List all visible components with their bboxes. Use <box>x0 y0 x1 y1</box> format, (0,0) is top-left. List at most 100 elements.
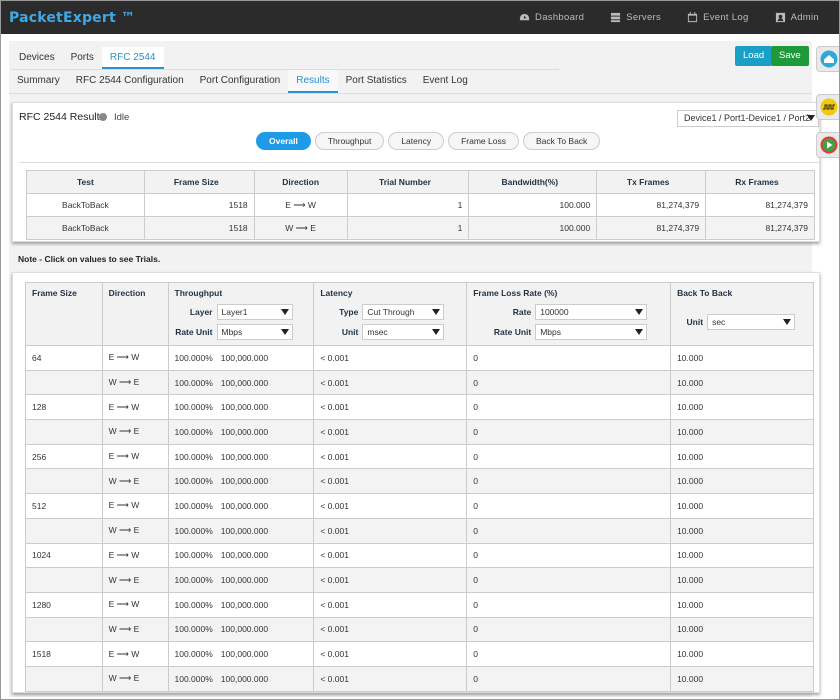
home-side-button[interactable] <box>816 46 839 72</box>
tab-devices[interactable]: Devices <box>11 47 63 69</box>
back-to-back-cell[interactable]: 10.000 <box>670 443 814 470</box>
throughput-cell[interactable]: 100.000% 100,000.000 <box>167 591 315 618</box>
throughput-cell[interactable]: 100.000% 100,000.000 <box>167 616 315 643</box>
pill-throughput[interactable]: Throughput <box>314 132 385 150</box>
rate-unit-select[interactable]: Mbps <box>216 324 293 340</box>
nav-event-log[interactable]: Event Log <box>687 12 748 23</box>
frame-size-cell <box>25 369 103 396</box>
latency-cell[interactable]: < 0.001 <box>313 369 468 396</box>
brand-logo[interactable]: PacketExpert ™ <box>9 10 135 26</box>
latency-cell[interactable]: < 0.001 <box>313 567 468 593</box>
frame-loss-cell[interactable]: 0 <box>466 369 672 396</box>
frame-loss-rate-unit-select[interactable]: Mbps <box>535 324 648 340</box>
throughput-cell[interactable]: 100.000% 100,000.000 <box>167 345 315 371</box>
throughput-cell-value: 100,000.000 <box>220 500 269 511</box>
frame-loss-cell[interactable]: 0 <box>466 616 672 643</box>
tab-summary[interactable]: Summary <box>9 70 68 93</box>
frame-loss-cell[interactable]: 0 <box>466 493 672 519</box>
frame-loss-cell[interactable]: 0 <box>466 665 672 692</box>
frame-loss-rate-select[interactable]: 100000 <box>535 304 648 320</box>
latency-cell[interactable]: < 0.001 <box>313 468 468 495</box>
pill-frame-loss[interactable]: Frame Loss <box>448 132 519 150</box>
throughput-cell[interactable]: 100.000% 100,000.000 <box>167 468 315 495</box>
back-to-back-cell[interactable]: 10.000 <box>670 641 814 667</box>
summary-row[interactable]: BackToBack 1518 E ⟶ W 1 100.000 81,274,379 81,… <box>26 193 815 217</box>
throughput-cell[interactable]: 100.000% 100,000.000 <box>167 419 315 445</box>
latency-cell[interactable]: < 0.001 <box>313 345 468 371</box>
latency-cell[interactable]: < 0.001 <box>313 542 468 569</box>
save-button[interactable]: Save <box>771 46 809 66</box>
tab-event-log[interactable]: Event Log <box>415 70 476 93</box>
nav-dashboard[interactable]: Dashboard <box>519 12 584 23</box>
tab-rfc2544-configuration[interactable]: RFC 2544 Configuration <box>68 70 192 93</box>
frame-loss-cell[interactable]: 0 <box>466 641 672 667</box>
detail-row: W ⟶ E 100.000% 100,000.000 < 0.001 0 10.000 <box>25 665 814 692</box>
pill-latency[interactable]: Latency <box>388 132 445 150</box>
pill-overall[interactable]: Overall <box>256 132 311 150</box>
back-to-back-cell[interactable]: 10.000 <box>670 517 814 544</box>
throughput-cell[interactable]: 100.000% 100,000.000 <box>167 517 315 544</box>
load-button[interactable]: Load <box>735 46 773 66</box>
back-to-back-cell[interactable]: 10.000 <box>670 369 814 396</box>
throughput-cell[interactable]: 100.000% 100,000.000 <box>167 641 315 667</box>
frame-loss-cell[interactable]: 0 <box>466 443 672 470</box>
device-port-select[interactable]: Device1 / Port1-Device1 / Port2 <box>677 110 819 127</box>
frame-loss-cell[interactable]: 0 <box>466 542 672 569</box>
throughput-cell[interactable]: 100.000% 100,000.000 <box>167 493 315 519</box>
nav-servers[interactable]: Servers <box>610 12 661 23</box>
frame-loss-cell[interactable]: 0 <box>466 517 672 544</box>
back-to-back-cell[interactable]: 10.000 <box>670 345 814 371</box>
caret-down-icon <box>280 309 289 315</box>
frame-loss-cell[interactable]: 0 <box>466 567 672 593</box>
latency-cell[interactable]: < 0.001 <box>313 443 468 470</box>
back-to-back-cell[interactable]: 10.000 <box>670 567 814 593</box>
tab-rfc2544[interactable]: RFC 2544 <box>101 47 164 69</box>
summary-row[interactable]: BackToBack 1518 W ⟶ E 1 100.000 81,274,379 81,… <box>26 216 815 240</box>
back-to-back-cell[interactable]: 10.000 <box>670 493 814 519</box>
frame-loss-cell[interactable]: 0 <box>466 419 672 445</box>
frame-loss-cell[interactable]: 0 <box>466 394 672 421</box>
latency-cell[interactable]: < 0.001 <box>313 641 468 667</box>
back-to-back-cell[interactable]: 10.000 <box>670 394 814 421</box>
b2b-unit-select[interactable]: sec <box>707 314 796 330</box>
frame-loss-cell[interactable]: 0 <box>466 345 672 371</box>
throughput-cell[interactable]: 100.000% 100,000.000 <box>167 394 315 421</box>
layer-select[interactable]: Layer1 <box>216 304 293 320</box>
frame-loss-cell[interactable]: 0 <box>466 468 672 495</box>
run-side-button[interactable] <box>816 132 839 158</box>
back-to-back-cell[interactable]: 10.000 <box>670 665 814 692</box>
rate-unit-value: Mbps <box>221 327 243 337</box>
latency-cell[interactable]: < 0.001 <box>313 517 468 544</box>
detail-row: 128 E ⟶ W 100.000% 100,000.000 < 0.001 0 10.00… <box>25 394 814 421</box>
signal-side-button[interactable] <box>816 94 839 120</box>
back-to-back-cell[interactable]: 10.000 <box>670 468 814 495</box>
latency-cell[interactable]: < 0.001 <box>313 394 468 421</box>
tab-results[interactable]: Results <box>288 70 338 93</box>
latency-cell[interactable]: < 0.001 <box>313 419 468 445</box>
tab-ports[interactable]: Ports <box>63 47 102 69</box>
back-to-back-cell[interactable]: 10.000 <box>670 591 814 618</box>
col-frame-size-detail: Frame Size <box>25 282 103 346</box>
back-to-back-cell[interactable]: 10.000 <box>670 542 814 569</box>
frame-loss-rate-unit-value: Mbps <box>540 327 562 337</box>
frame-loss-cell[interactable]: 0 <box>466 591 672 618</box>
latency-type-select[interactable]: Cut Through <box>362 304 445 320</box>
latency-unit-select[interactable]: msec <box>362 324 445 340</box>
nav-admin[interactable]: Admin <box>775 12 819 23</box>
latency-cell[interactable]: < 0.001 <box>313 665 468 692</box>
latency-cell[interactable]: < 0.001 <box>313 591 468 618</box>
back-to-back-cell[interactable]: 10.000 <box>670 419 814 445</box>
throughput-cell[interactable]: 100.000% 100,000.000 <box>167 443 315 470</box>
back-to-back-cell[interactable]: 10.000 <box>670 616 814 643</box>
pill-back-to-back[interactable]: Back To Back <box>522 132 601 150</box>
tab-port-configuration[interactable]: Port Configuration <box>192 70 289 93</box>
throughput-cell[interactable]: 100.000% 100,000.000 <box>167 665 315 692</box>
throughput-cell[interactable]: 100.000% 100,000.000 <box>167 369 315 396</box>
direction-cell-value: W ⟶ E <box>108 623 140 634</box>
back-to-back-cell-value: 10.000 <box>677 476 704 487</box>
throughput-cell[interactable]: 100.000% 100,000.000 <box>167 542 315 569</box>
latency-cell[interactable]: < 0.001 <box>313 616 468 643</box>
latency-cell[interactable]: < 0.001 <box>313 493 468 519</box>
tab-port-statistics[interactable]: Port Statistics <box>338 70 415 93</box>
throughput-cell[interactable]: 100.000% 100,000.000 <box>167 567 315 593</box>
